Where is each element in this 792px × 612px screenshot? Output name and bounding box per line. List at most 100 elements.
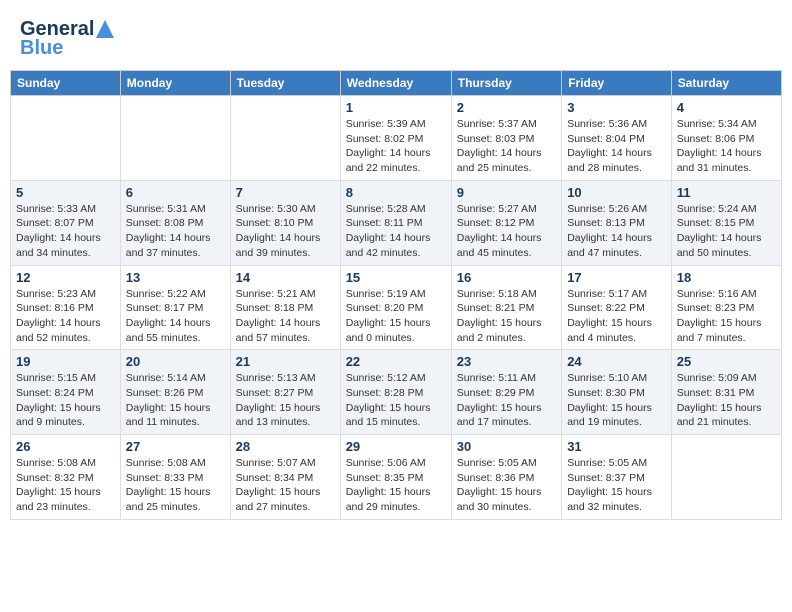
calendar-cell: 10 Sunrise: 5:26 AM Sunset: 8:13 PM Dayli…	[562, 180, 672, 265]
day-number: 11	[677, 185, 776, 200]
day-number: 19	[16, 354, 115, 369]
day-number: 20	[126, 354, 225, 369]
day-number: 12	[16, 270, 115, 285]
day-number: 25	[677, 354, 776, 369]
day-info: Sunrise: 5:21 AM Sunset: 8:18 PM Dayligh…	[236, 287, 335, 346]
day-number: 2	[457, 100, 556, 115]
calendar-cell: 30 Sunrise: 5:05 AM Sunset: 8:36 PM Dayli…	[451, 435, 561, 520]
day-info: Sunrise: 5:05 AM Sunset: 8:37 PM Dayligh…	[567, 456, 666, 515]
weekday-header-saturday: Saturday	[671, 71, 781, 96]
week-row-4: 19 Sunrise: 5:15 AM Sunset: 8:24 PM Dayli…	[11, 350, 782, 435]
calendar-cell: 7 Sunrise: 5:30 AM Sunset: 8:10 PM Daylig…	[230, 180, 340, 265]
calendar-cell: 3 Sunrise: 5:36 AM Sunset: 8:04 PM Daylig…	[562, 96, 672, 181]
calendar-cell: 22Sunrise: 5:12 AM Sunset: 8:28 PM Dayli…	[340, 350, 451, 435]
weekday-header-friday: Friday	[562, 71, 672, 96]
weekday-header-wednesday: Wednesday	[340, 71, 451, 96]
day-info: Sunrise: 5:36 AM Sunset: 8:04 PM Dayligh…	[567, 117, 666, 176]
calendar-cell: 4 Sunrise: 5:34 AM Sunset: 8:06 PM Daylig…	[671, 96, 781, 181]
day-number: 28	[236, 439, 335, 454]
day-number: 16	[457, 270, 556, 285]
day-number: 7	[236, 185, 335, 200]
day-info: Sunrise: 5:17 AM Sunset: 8:22 PM Dayligh…	[567, 287, 666, 346]
day-info: Sunrise: 5:19 AM Sunset: 8:20 PM Dayligh…	[346, 287, 446, 346]
weekday-header-sunday: Sunday	[11, 71, 121, 96]
day-info: Sunrise: 5:27 AM Sunset: 8:12 PM Dayligh…	[457, 202, 556, 261]
day-number: 10	[567, 185, 666, 200]
calendar-cell	[671, 435, 781, 520]
day-number: 31	[567, 439, 666, 454]
calendar-cell: 17 Sunrise: 5:17 AM Sunset: 8:22 PM Dayli…	[562, 265, 672, 350]
day-info: Sunrise: 5:14 AM Sunset: 8:26 PM Dayligh…	[126, 371, 225, 430]
day-number: 14	[236, 270, 335, 285]
calendar-cell: 19 Sunrise: 5:15 AM Sunset: 8:24 PM Dayli…	[11, 350, 121, 435]
calendar-cell: 31 Sunrise: 5:05 AM Sunset: 8:37 PM Dayli…	[562, 435, 672, 520]
day-info: Sunrise: 5:37 AM Sunset: 8:03 PM Dayligh…	[457, 117, 556, 176]
calendar-cell: 9 Sunrise: 5:27 AM Sunset: 8:12 PM Daylig…	[451, 180, 561, 265]
weekday-header-tuesday: Tuesday	[230, 71, 340, 96]
calendar-cell: 13Sunrise: 5:22 AM Sunset: 8:17 PM Dayli…	[120, 265, 230, 350]
calendar-cell: 23Sunrise: 5:11 AM Sunset: 8:29 PM Dayli…	[451, 350, 561, 435]
day-info: Sunrise: 5:22 AM Sunset: 8:17 PM Dayligh…	[126, 287, 225, 346]
day-number: 26	[16, 439, 115, 454]
day-info: Sunrise: 5:05 AM Sunset: 8:36 PM Dayligh…	[457, 456, 556, 515]
day-info: Sunrise: 5:15 AM Sunset: 8:24 PM Dayligh…	[16, 371, 115, 430]
calendar-cell: 24 Sunrise: 5:10 AM Sunset: 8:30 PM Dayli…	[562, 350, 672, 435]
calendar-cell: 18 Sunrise: 5:16 AM Sunset: 8:23 PM Dayli…	[671, 265, 781, 350]
calendar-cell: 14 Sunrise: 5:21 AM Sunset: 8:18 PM Dayli…	[230, 265, 340, 350]
day-info: Sunrise: 5:28 AM Sunset: 8:11 PM Dayligh…	[346, 202, 446, 261]
calendar-cell: 15 Sunrise: 5:19 AM Sunset: 8:20 PM Dayli…	[340, 265, 451, 350]
week-row-3: 12 Sunrise: 5:23 AM Sunset: 8:16 PM Dayli…	[11, 265, 782, 350]
day-info: Sunrise: 5:30 AM Sunset: 8:10 PM Dayligh…	[236, 202, 335, 261]
day-info: Sunrise: 5:09 AM Sunset: 8:31 PM Dayligh…	[677, 371, 776, 430]
day-info: Sunrise: 5:16 AM Sunset: 8:23 PM Dayligh…	[677, 287, 776, 346]
day-info: Sunrise: 5:26 AM Sunset: 8:13 PM Dayligh…	[567, 202, 666, 261]
week-row-1: 1 Sunrise: 5:39 AM Sunset: 8:02 PM Daylig…	[11, 96, 782, 181]
day-info: Sunrise: 5:33 AM Sunset: 8:07 PM Dayligh…	[16, 202, 115, 261]
calendar-cell	[230, 96, 340, 181]
day-info: Sunrise: 5:23 AM Sunset: 8:16 PM Dayligh…	[16, 287, 115, 346]
calendar-cell: 21 Sunrise: 5:13 AM Sunset: 8:27 PM Dayli…	[230, 350, 340, 435]
day-number: 24	[567, 354, 666, 369]
calendar-cell: 29 Sunrise: 5:06 AM Sunset: 8:35 PM Dayli…	[340, 435, 451, 520]
calendar-cell: 8 Sunrise: 5:28 AM Sunset: 8:11 PM Daylig…	[340, 180, 451, 265]
day-number: 29	[346, 439, 446, 454]
day-number: 3	[567, 100, 666, 115]
day-number: 21	[236, 354, 335, 369]
day-number: 17	[567, 270, 666, 285]
weekday-header-row: SundayMondayTuesdayWednesdayThursdayFrid…	[11, 71, 782, 96]
day-number: 4	[677, 100, 776, 115]
day-info: Sunrise: 5:10 AM Sunset: 8:30 PM Dayligh…	[567, 371, 666, 430]
day-number: 15	[346, 270, 446, 285]
day-info: Sunrise: 5:39 AM Sunset: 8:02 PM Dayligh…	[346, 117, 446, 176]
day-info: Sunrise: 5:24 AM Sunset: 8:15 PM Dayligh…	[677, 202, 776, 261]
day-info: Sunrise: 5:08 AM Sunset: 8:33 PM Dayligh…	[126, 456, 225, 515]
page-header: General Blue	[10, 10, 782, 70]
day-number: 5	[16, 185, 115, 200]
calendar-cell: 26Sunrise: 5:08 AM Sunset: 8:32 PM Dayli…	[11, 435, 121, 520]
day-info: Sunrise: 5:06 AM Sunset: 8:35 PM Dayligh…	[346, 456, 446, 515]
calendar-cell: 11 Sunrise: 5:24 AM Sunset: 8:15 PM Dayli…	[671, 180, 781, 265]
weekday-header-thursday: Thursday	[451, 71, 561, 96]
day-info: Sunrise: 5:07 AM Sunset: 8:34 PM Dayligh…	[236, 456, 335, 515]
week-row-2: 5 Sunrise: 5:33 AM Sunset: 8:07 PM Daylig…	[11, 180, 782, 265]
day-number: 1	[346, 100, 446, 115]
calendar-cell: 28 Sunrise: 5:07 AM Sunset: 8:34 PM Dayli…	[230, 435, 340, 520]
day-info: Sunrise: 5:11 AM Sunset: 8:29 PM Dayligh…	[457, 371, 556, 430]
day-info: Sunrise: 5:18 AM Sunset: 8:21 PM Dayligh…	[457, 287, 556, 346]
day-info: Sunrise: 5:34 AM Sunset: 8:06 PM Dayligh…	[677, 117, 776, 176]
day-info: Sunrise: 5:12 AM Sunset: 8:28 PM Dayligh…	[346, 371, 446, 430]
day-info: Sunrise: 5:13 AM Sunset: 8:27 PM Dayligh…	[236, 371, 335, 430]
weekday-header-monday: Monday	[120, 71, 230, 96]
day-number: 18	[677, 270, 776, 285]
calendar-cell: 6Sunrise: 5:31 AM Sunset: 8:08 PM Daylig…	[120, 180, 230, 265]
week-row-5: 26Sunrise: 5:08 AM Sunset: 8:32 PM Dayli…	[11, 435, 782, 520]
calendar-cell: 16 Sunrise: 5:18 AM Sunset: 8:21 PM Dayli…	[451, 265, 561, 350]
day-info: Sunrise: 5:31 AM Sunset: 8:08 PM Dayligh…	[126, 202, 225, 261]
calendar-cell: 12 Sunrise: 5:23 AM Sunset: 8:16 PM Dayli…	[11, 265, 121, 350]
day-number: 30	[457, 439, 556, 454]
day-number: 8	[346, 185, 446, 200]
day-number: 9	[457, 185, 556, 200]
logo-triangle-icon	[96, 20, 114, 40]
calendar-table: SundayMondayTuesdayWednesdayThursdayFrid…	[10, 70, 782, 520]
calendar-cell: 27Sunrise: 5:08 AM Sunset: 8:33 PM Dayli…	[120, 435, 230, 520]
